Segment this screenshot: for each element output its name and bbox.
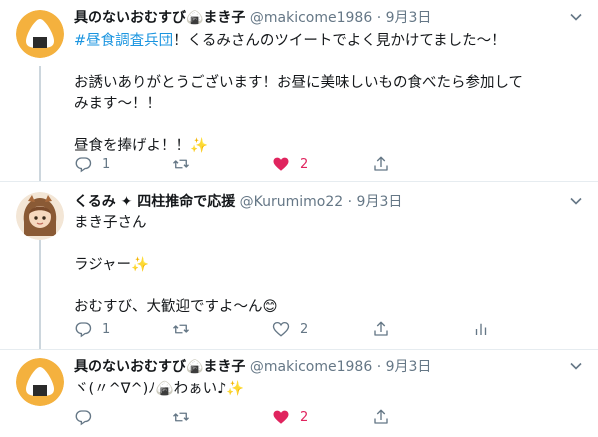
user-handle[interactable]: @Kurumimo22	[240, 194, 344, 210]
tweet[interactable]: くるみ ✦ 四柱推命で応援 @Kurumimo22 · 9月3日 まき子さん ラ…	[0, 182, 598, 350]
tweet-text: まき子さん ラジャー✨ おむすび、大歓迎ですよ〜ん😊	[74, 213, 586, 318]
display-name[interactable]: 具のないおむすび🍙まき子	[74, 359, 245, 375]
retweet-icon	[173, 412, 189, 422]
text-line: #昼食調査兵団！くるみさんのツイートでよく見かけてました〜！	[74, 31, 586, 52]
retweet-button[interactable]	[172, 318, 190, 340]
text-paragraph: まき子さん	[74, 215, 147, 231]
reply-icon	[75, 157, 92, 173]
like-button[interactable]: 2	[272, 406, 308, 428]
retweet-button[interactable]	[172, 406, 190, 428]
chevron-down-icon[interactable]	[566, 356, 586, 376]
display-name[interactable]: くるみ ✦ 四柱推命で応援	[74, 194, 235, 210]
user-handle[interactable]: @makicome1986	[250, 10, 372, 26]
share-icon	[374, 156, 388, 171]
separator-dot: ·	[376, 10, 382, 26]
tweet-header: くるみ ✦ 四柱推命で応援 @Kurumimo22 · 9月3日	[74, 192, 586, 212]
separator-dot: ·	[376, 359, 382, 375]
like-count: 2	[300, 321, 309, 337]
reply-count: 1	[102, 156, 111, 172]
share-button[interactable]	[372, 318, 390, 340]
tweet-text: ヾ(〃^∇^)ﾉ🍙わぁい♪✨	[74, 379, 586, 400]
reply-count: 1	[102, 321, 111, 337]
retweet-icon	[173, 324, 189, 334]
reply-button[interactable]: 1	[74, 318, 110, 340]
retweet-button[interactable]	[172, 153, 190, 175]
reply-icon	[75, 410, 92, 426]
separator-dot: ·	[347, 194, 353, 210]
tweet-text: #昼食調査兵団！くるみさんのツイートでよく見かけてました〜！ お誘いありがとうご…	[74, 31, 586, 157]
tweet-header: 具のないおむすび🍙まき子 @makicome1986 · 9月3日	[74, 8, 586, 28]
reply-icon	[75, 322, 92, 338]
reply-button[interactable]: 1	[74, 153, 110, 175]
tweet-date[interactable]: 9月3日	[357, 194, 403, 210]
analytics-button[interactable]	[472, 318, 490, 340]
text-paragraph: お誘いありがとうございます！お昼に美味しいもの食べたら参加してみます〜！！	[74, 75, 524, 112]
share-icon	[374, 409, 388, 424]
heart-icon	[273, 157, 289, 171]
heart-outline-icon	[272, 321, 290, 337]
reply-button[interactable]	[74, 406, 92, 428]
tweet-date[interactable]: 9月3日	[386, 10, 432, 26]
like-button[interactable]: 2	[272, 153, 308, 175]
like-count: 2	[300, 156, 309, 172]
tweet-date[interactable]: 9月3日	[386, 359, 432, 375]
chevron-down-icon[interactable]	[566, 191, 586, 211]
share-button[interactable]	[372, 153, 390, 175]
tweet-actions: 2	[74, 406, 394, 428]
retweet-icon	[173, 159, 189, 169]
text-run: ！くるみさんのツイートでよく見かけてました〜！	[173, 33, 506, 49]
tweet[interactable]: 具のないおむすび🍙まき子 @makicome1986 · 9月3日 ヾ(〃^∇^…	[0, 350, 598, 437]
tweet-actions: 1 2	[74, 318, 494, 340]
heart-icon	[273, 410, 289, 424]
user-handle[interactable]: @makicome1986	[250, 359, 372, 375]
chevron-down-icon[interactable]	[566, 7, 586, 27]
display-name[interactable]: 具のないおむすび🍙まき子	[74, 10, 245, 26]
hashtag-link[interactable]: #昼食調査兵団	[74, 33, 173, 49]
avatar[interactable]	[16, 10, 64, 58]
avatar[interactable]	[16, 192, 64, 240]
tweet[interactable]: 具のないおむすび🍙まき子 @makicome1986 · 9月3日 #昼食調査兵…	[0, 0, 598, 178]
share-icon	[374, 321, 388, 336]
tweet-header: 具のないおむすび🍙まき子 @makicome1986 · 9月3日	[74, 357, 586, 377]
text-paragraph: ラジャー✨	[74, 257, 150, 273]
like-count: 2	[300, 409, 309, 425]
analytics-icon	[475, 323, 487, 335]
text-paragraph: おむすび、大歓迎ですよ〜ん😊	[74, 299, 278, 315]
text-paragraph: ヾ(〃^∇^)ﾉ🍙わぁい♪✨	[74, 381, 245, 397]
tweet-actions: 1 2	[74, 153, 394, 175]
avatar[interactable]	[16, 358, 64, 406]
like-button[interactable]: 2	[272, 318, 308, 340]
share-button[interactable]	[372, 406, 390, 428]
